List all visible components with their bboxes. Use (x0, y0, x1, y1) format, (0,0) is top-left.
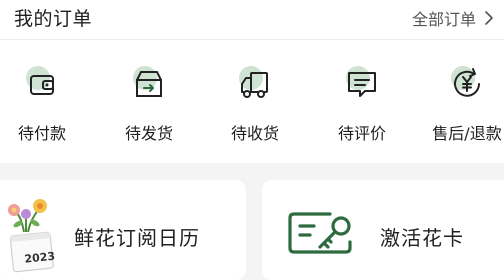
all-orders-link[interactable]: 全部订单 (412, 6, 496, 30)
status-pending-receipt[interactable]: 待收货 (210, 62, 300, 152)
status-after-sale-refund[interactable]: 售后/退款 (422, 62, 504, 152)
flower-subscription-calendar-card[interactable]: 2023 鲜花订阅日历 (0, 180, 246, 280)
status-label: 待评价 (337, 124, 386, 143)
orders-header: 我的订单 全部订单 (0, 0, 504, 40)
activate-flower-card[interactable]: 激活花卡 (262, 180, 504, 280)
card-label: 鲜花订阅日历 (74, 226, 200, 250)
status-label: 售后/退款 (432, 124, 502, 143)
status-label: 待收货 (230, 124, 279, 143)
orders-title: 我的订单 (14, 8, 93, 30)
box-icon (133, 66, 162, 97)
flower-calendar-icon: 2023 (8, 199, 56, 273)
card-label: 激活花卡 (380, 226, 464, 250)
chevron-right-icon (485, 11, 493, 25)
status-label: 待付款 (17, 124, 66, 143)
status-pending-payment[interactable]: 待付款 (0, 62, 87, 152)
refund-icon (451, 66, 480, 97)
wallet-icon (26, 66, 54, 95)
truck-icon (239, 66, 268, 98)
status-pending-shipment[interactable]: 待发货 (104, 62, 194, 152)
status-label: 待发货 (124, 124, 173, 143)
key-card-icon (288, 212, 352, 254)
order-status-row: 待付款 待发货 待收货 待评价 售后/退款 (0, 62, 504, 152)
status-pending-review[interactable]: 待评价 (317, 62, 407, 152)
all-orders-label: 全部订单 (411, 10, 476, 29)
my-orders-panel: 我的订单 全部订单 待付款 待发货 待收货 待评价 售后/退款 (0, 0, 504, 163)
comment-icon (346, 66, 376, 97)
